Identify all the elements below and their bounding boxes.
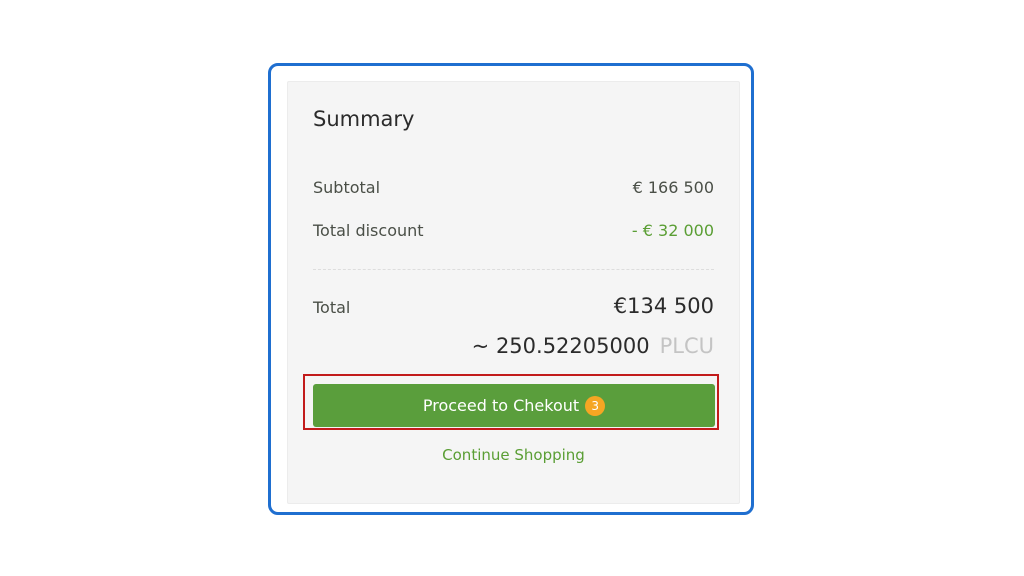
crypto-currency: PLCU	[659, 334, 714, 358]
continue-shopping-link[interactable]: Continue Shopping	[288, 446, 739, 464]
subtotal-label: Subtotal	[313, 178, 381, 197]
proceed-to-checkout-button[interactable]: Proceed to Chekout 3	[313, 384, 715, 427]
total-value: €134 500	[613, 294, 714, 318]
discount-label: Total discount	[313, 221, 424, 240]
crypto-amount: ~ 250.52205000	[471, 334, 650, 358]
summary-card: Summary Subtotal € 166 500 Total discoun…	[287, 81, 740, 504]
cart-count-badge: 3	[585, 395, 606, 416]
summary-frame: Summary Subtotal € 166 500 Total discoun…	[268, 63, 754, 515]
discount-value: - € 32 000	[631, 221, 714, 240]
summary-title: Summary	[313, 107, 415, 131]
checkout-button-label: Proceed to Chekout	[422, 396, 580, 415]
subtotal-value: € 166 500	[632, 178, 714, 197]
total-label: Total	[313, 298, 351, 317]
crypto-total: ~ 250.52205000 PLCU	[472, 334, 714, 358]
summary-divider	[313, 269, 714, 270]
